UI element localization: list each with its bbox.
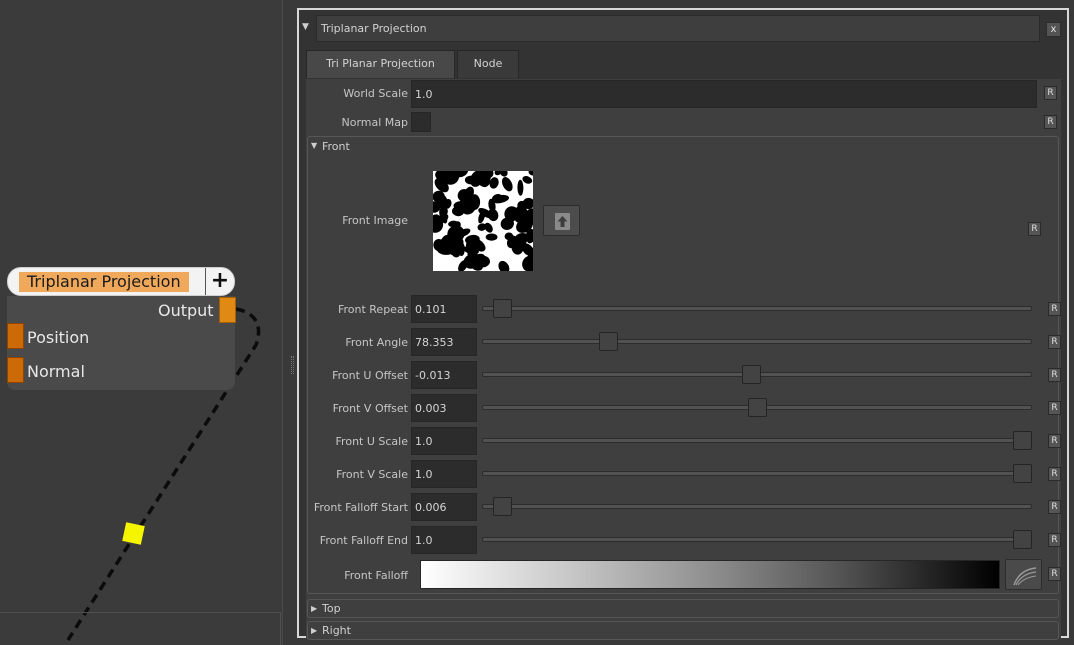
- front-image-label: Front Image: [342, 214, 408, 227]
- front-u-scale-reset-button[interactable]: R: [1048, 434, 1061, 448]
- front-v-scale-field[interactable]: 1.0: [411, 460, 477, 488]
- front-falloff-end-slider-handle[interactable]: [1013, 530, 1032, 549]
- front-image-thumbnail[interactable]: [433, 171, 533, 271]
- front-falloff-end-field[interactable]: 1.0: [411, 526, 477, 554]
- normal-map-checkbox[interactable]: [411, 112, 431, 132]
- front-repeat-label: Front Repeat: [337, 303, 408, 316]
- front-falloff-gradient[interactable]: [420, 560, 1000, 589]
- front-angle-slider[interactable]: [482, 339, 1032, 344]
- top-section-label[interactable]: Top: [322, 602, 341, 615]
- properties-panel: ▼ Triplanar Projection x Tri Planar Proj…: [297, 8, 1069, 640]
- front-u-scale-slider-handle[interactable]: [1013, 431, 1032, 450]
- front-angle-label: Front Angle: [345, 336, 408, 349]
- front-repeat-field[interactable]: 0.101: [411, 295, 477, 323]
- panel-splitter-handle[interactable]: [291, 356, 294, 374]
- upload-image-button[interactable]: [543, 205, 580, 236]
- position-port-label: Position: [27, 328, 90, 347]
- right-section[interactable]: [307, 621, 1059, 640]
- front-repeat-slider-handle[interactable]: [492, 299, 512, 318]
- normal-port-label: Normal: [27, 362, 85, 381]
- front-section-label[interactable]: Front: [322, 140, 350, 153]
- collapse-arrow-icon[interactable]: ▼: [302, 22, 309, 32]
- front-falloff-end-reset-button[interactable]: R: [1048, 533, 1061, 547]
- front-angle-field[interactable]: 78.353: [411, 328, 477, 356]
- node-header[interactable]: Triplanar Projection +: [7, 267, 235, 296]
- front-u-offset-label: Front U Offset: [332, 369, 408, 382]
- right-expand-arrow-icon[interactable]: ▶: [311, 626, 317, 635]
- front-angle-reset-button[interactable]: R: [1048, 335, 1061, 349]
- world-scale-field[interactable]: 1.0: [411, 80, 1037, 108]
- front-v-scale-label: Front V Scale: [336, 468, 408, 481]
- front-v-scale-slider-handle[interactable]: [1013, 464, 1032, 483]
- front-falloff-start-slider-handle[interactable]: [492, 497, 512, 516]
- front-v-scale-slider[interactable]: [482, 471, 1032, 476]
- tab-node[interactable]: Node: [457, 50, 519, 78]
- tab-tri-planar-projection[interactable]: Tri Planar Projection: [306, 50, 455, 78]
- top-section[interactable]: [307, 599, 1059, 618]
- front-u-offset-field[interactable]: -0.013: [411, 361, 477, 389]
- falloff-curve-button[interactable]: [1005, 559, 1042, 590]
- front-repeat-reset-button[interactable]: R: [1048, 302, 1061, 316]
- node-graph-canvas[interactable]: Triplanar Projection + Output Position N…: [0, 0, 283, 645]
- panel-header: ▼ Triplanar Projection x: [299, 14, 1067, 44]
- panel-title: Triplanar Projection: [321, 22, 427, 35]
- front-falloff-reset-button[interactable]: R: [1048, 567, 1061, 581]
- front-falloff-end-slider[interactable]: [482, 537, 1032, 542]
- curve-icon: [1013, 567, 1037, 586]
- front-angle-slider-handle[interactable]: [598, 332, 618, 351]
- wire-dot-knob[interactable]: [122, 522, 145, 545]
- world-scale-label: World Scale: [343, 87, 408, 100]
- front-falloff-start-label: Front Falloff Start: [313, 501, 408, 514]
- front-falloff-start-slider[interactable]: [482, 504, 1032, 509]
- add-port-button[interactable]: +: [205, 268, 234, 295]
- front-repeat-slider[interactable]: [482, 306, 1032, 311]
- output-port-label: Output: [158, 301, 214, 320]
- front-u-scale-field[interactable]: 1.0: [411, 427, 477, 455]
- position-port[interactable]: [7, 323, 24, 349]
- upload-icon: [555, 213, 570, 230]
- front-u-offset-reset-button[interactable]: R: [1048, 368, 1061, 382]
- normal-map-label: Normal Map: [341, 116, 408, 129]
- front-image-reset-button[interactable]: R: [1028, 222, 1041, 236]
- panel-title-bar[interactable]: Triplanar Projection: [316, 15, 1040, 42]
- front-collapse-arrow-icon[interactable]: ▼: [311, 141, 317, 150]
- front-v-offset-reset-button[interactable]: R: [1048, 401, 1061, 415]
- front-v-scale-reset-button[interactable]: R: [1048, 467, 1061, 481]
- world-scale-reset-button[interactable]: R: [1044, 86, 1057, 100]
- front-v-offset-field[interactable]: 0.003: [411, 394, 477, 422]
- top-expand-arrow-icon[interactable]: ▶: [311, 604, 317, 613]
- node-title[interactable]: Triplanar Projection: [19, 272, 189, 292]
- front-falloff-start-reset-button[interactable]: R: [1048, 500, 1061, 514]
- front-falloff-label: Front Falloff: [344, 569, 408, 582]
- front-u-offset-slider-handle[interactable]: [742, 365, 762, 384]
- front-falloff-end-label: Front Falloff End: [319, 534, 408, 547]
- output-port[interactable]: [219, 297, 236, 323]
- tab-content: World Scale 1.0 R Normal Map R ▼ Front F…: [306, 79, 1061, 640]
- graph-bottom-pane: [0, 612, 281, 645]
- front-v-offset-slider-handle[interactable]: [747, 398, 767, 417]
- front-v-offset-label: Front V Offset: [332, 402, 408, 415]
- front-u-scale-label: Front U Scale: [335, 435, 408, 448]
- close-button[interactable]: x: [1046, 22, 1061, 37]
- right-section-label[interactable]: Right: [322, 624, 351, 637]
- front-falloff-start-field[interactable]: 0.006: [411, 493, 477, 521]
- front-u-scale-slider[interactable]: [482, 438, 1032, 443]
- normal-map-reset-button[interactable]: R: [1044, 115, 1057, 129]
- normal-port[interactable]: [7, 357, 24, 383]
